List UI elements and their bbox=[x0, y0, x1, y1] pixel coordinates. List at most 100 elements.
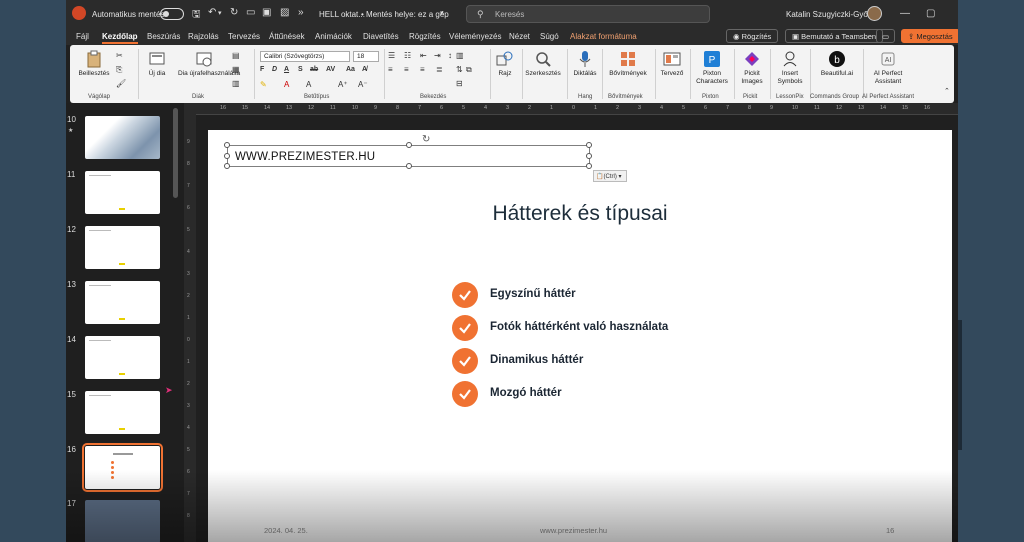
paste-options-button[interactable]: 📋(Ctrl) ▾ bbox=[593, 170, 627, 182]
slide-thumbnail-10[interactable] bbox=[85, 116, 160, 159]
image-icon[interactable]: ▨ bbox=[280, 7, 289, 18]
thumbnail-scrollbar[interactable] bbox=[173, 108, 178, 198]
resize-handle[interactable] bbox=[586, 163, 592, 169]
save-icon[interactable]: 🖫 bbox=[192, 7, 201, 24]
font-name-select[interactable]: Calibri (Szövegtörzs) bbox=[260, 51, 350, 62]
tab-draw[interactable]: Rajzolás bbox=[188, 32, 219, 41]
section-icon[interactable]: ▥ bbox=[232, 79, 240, 88]
slide[interactable]: WWW.PREZIMESTER.HU ↻ 📋(Ctrl) ▾ Hátterek … bbox=[208, 130, 952, 542]
resize-handle[interactable] bbox=[586, 142, 592, 148]
designer-button[interactable]: Tervező bbox=[658, 50, 686, 77]
slide-thumbnail-11[interactable] bbox=[85, 171, 160, 214]
insert-symbols-button[interactable]: Insert Symbols bbox=[774, 50, 806, 86]
underline-button[interactable]: A bbox=[284, 66, 289, 73]
resize-handle[interactable] bbox=[224, 142, 230, 148]
tab-review[interactable]: Véleményezés bbox=[449, 32, 501, 41]
save-location-dropdown-icon[interactable]: ▾ bbox=[440, 9, 444, 17]
char-spacing-button[interactable]: AV bbox=[326, 66, 335, 73]
drawing-button[interactable]: Rajz bbox=[494, 50, 516, 77]
editing-button[interactable]: Szerkesztés bbox=[524, 50, 562, 77]
increase-indent-icon[interactable]: ⇥ bbox=[434, 51, 441, 60]
resize-handle[interactable] bbox=[586, 153, 592, 159]
save-location[interactable]: • Mentés helye: ez a gép bbox=[361, 10, 449, 19]
reuse-slides-button[interactable]: Dia újrafelhasználása bbox=[178, 50, 240, 77]
avatar[interactable] bbox=[867, 6, 882, 21]
italic-button[interactable]: D bbox=[272, 66, 277, 73]
align-left-icon[interactable]: ≡ bbox=[388, 65, 393, 74]
decrease-font-icon[interactable]: A⁻ bbox=[358, 80, 368, 89]
pickit-button[interactable]: Pickit Images bbox=[738, 50, 766, 86]
beautiful-ai-button[interactable]: b Beautiful.ai bbox=[812, 50, 862, 77]
slide-thumbnail-13[interactable] bbox=[85, 281, 160, 324]
tab-home[interactable]: Kezdőlap bbox=[102, 32, 138, 44]
tab-animations[interactable]: Animációk bbox=[315, 32, 352, 41]
align-right-icon[interactable]: ≡ bbox=[420, 65, 425, 74]
change-case-button[interactable]: Aa bbox=[346, 66, 355, 73]
font-color-icon[interactable]: A bbox=[284, 80, 289, 89]
cut-icon[interactable]: ✂ bbox=[116, 51, 123, 60]
addins-button[interactable]: Bővítmények bbox=[606, 50, 650, 77]
bold-button[interactable]: F bbox=[260, 66, 264, 73]
smartart-icon[interactable]: ⧉ bbox=[466, 65, 472, 75]
numbering-icon[interactable]: ☷ bbox=[404, 51, 411, 60]
paste-button[interactable]: Beillesztés bbox=[74, 50, 114, 77]
text-effects-icon[interactable]: A bbox=[306, 80, 311, 89]
new-slide-button[interactable]: Új dia bbox=[142, 50, 172, 77]
undo-dropdown-icon[interactable]: ▾ bbox=[218, 9, 222, 17]
resize-handle[interactable] bbox=[224, 163, 230, 169]
format-painter-icon[interactable]: 🖌 bbox=[116, 79, 126, 88]
present-teams-button[interactable]: ▣ Bemutató a Teamsben bbox=[785, 29, 884, 43]
maximize-icon[interactable]: ▢ bbox=[926, 8, 935, 19]
share-button[interactable]: ⇪ Megosztás bbox=[901, 29, 958, 43]
slide-thumbnail-14[interactable] bbox=[85, 336, 160, 379]
slide-thumbnail-17[interactable] bbox=[85, 500, 160, 542]
minimize-icon[interactable]: — bbox=[900, 8, 910, 19]
autosave-toggle[interactable] bbox=[160, 8, 184, 20]
increase-font-icon[interactable]: A⁺ bbox=[338, 80, 348, 89]
resize-handle[interactable] bbox=[406, 163, 412, 169]
ai-assistant-button[interactable]: AI AI Perfect Assistant bbox=[866, 50, 910, 86]
search-box[interactable]: ⚲ Keresés bbox=[466, 5, 710, 23]
more-commands-icon[interactable]: » bbox=[298, 7, 304, 18]
undo-icon[interactable]: ↶ bbox=[208, 7, 216, 18]
selected-text-box[interactable]: WWW.PREZIMESTER.HU ↻ bbox=[224, 134, 592, 169]
copy-icon[interactable]: ⎘ bbox=[116, 65, 122, 75]
tab-transitions[interactable]: Áttűnések bbox=[269, 32, 305, 41]
tab-help[interactable]: Súgó bbox=[540, 32, 559, 41]
user-name[interactable]: Katalin Szugyiczki-Győrfi bbox=[786, 10, 874, 19]
rotate-handle-icon[interactable]: ↻ bbox=[422, 134, 430, 145]
tab-insert[interactable]: Beszúrás bbox=[147, 32, 180, 41]
present-icon[interactable]: ▣ bbox=[262, 7, 271, 18]
line-spacing-icon[interactable]: ↕ bbox=[448, 51, 452, 60]
align-text-icon[interactable]: ⊟ bbox=[456, 79, 463, 88]
slide-thumbnail-16[interactable] bbox=[82, 443, 163, 492]
decrease-indent-icon[interactable]: ⇤ bbox=[420, 51, 427, 60]
tab-slideshow[interactable]: Diavetítés bbox=[363, 32, 399, 41]
tab-shape-format[interactable]: Alakzat formátuma bbox=[570, 32, 637, 41]
tab-file[interactable]: Fájl bbox=[76, 32, 89, 41]
slide-thumbnail-15[interactable] bbox=[85, 391, 160, 434]
open-folder-icon[interactable]: ▭ bbox=[246, 7, 255, 18]
reset-icon[interactable]: ▦ bbox=[232, 65, 240, 74]
resize-handle[interactable] bbox=[224, 153, 230, 159]
justify-icon[interactable]: ≣ bbox=[436, 65, 443, 74]
tab-design[interactable]: Tervezés bbox=[228, 32, 260, 41]
font-size-select[interactable]: 18 bbox=[353, 51, 379, 62]
record-button[interactable]: ◉ Rögzítés bbox=[726, 29, 779, 43]
collapse-ribbon-icon[interactable]: ⌃ bbox=[944, 87, 950, 95]
dictate-button[interactable]: Diktálás bbox=[572, 50, 598, 77]
tab-record[interactable]: Rögzítés bbox=[409, 32, 441, 41]
shadow-button[interactable]: S bbox=[298, 66, 303, 73]
highlight-icon[interactable]: ✎ bbox=[260, 80, 267, 89]
layout-icon[interactable]: ▤ bbox=[232, 51, 240, 60]
strikethrough-button[interactable]: ab bbox=[310, 66, 318, 73]
clear-format-button[interactable]: A̸ bbox=[362, 66, 367, 73]
columns-icon[interactable]: ▥ bbox=[456, 51, 464, 60]
slide-title[interactable]: Hátterek és típusai bbox=[208, 202, 952, 226]
resize-handle[interactable] bbox=[406, 142, 412, 148]
text-direction-icon[interactable]: ⇅ bbox=[456, 65, 463, 74]
tab-view[interactable]: Nézet bbox=[509, 32, 530, 41]
redo-icon[interactable]: ↻ bbox=[230, 7, 238, 18]
align-center-icon[interactable]: ≡ bbox=[404, 65, 409, 74]
slide-thumbnail-12[interactable] bbox=[85, 226, 160, 269]
